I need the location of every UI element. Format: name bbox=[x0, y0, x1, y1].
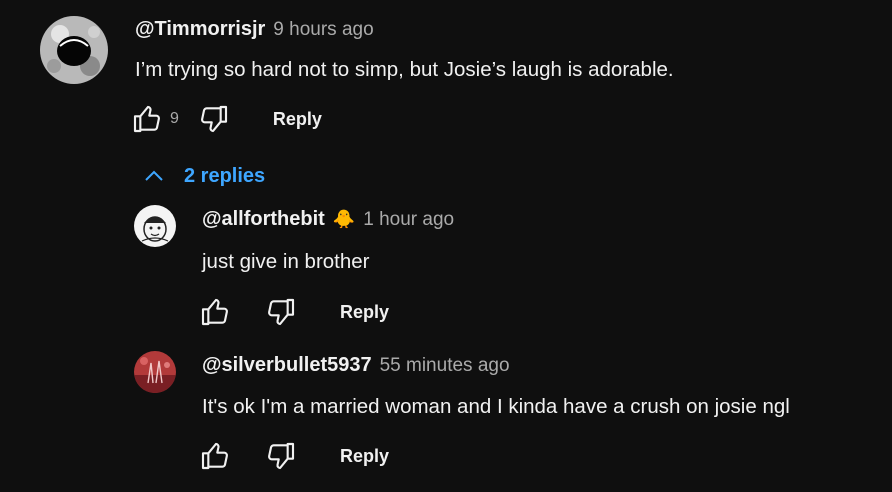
comment-text: I’m trying so hard not to simp, but Josi… bbox=[135, 58, 674, 81]
avatar-image bbox=[134, 205, 176, 247]
reply-text: just give in brother bbox=[202, 250, 370, 273]
reply-author[interactable]: @allforthebit bbox=[202, 208, 325, 231]
thumbs-down-icon bbox=[268, 298, 295, 326]
avatar[interactable] bbox=[134, 351, 176, 393]
dislike-button[interactable] bbox=[264, 439, 298, 473]
reply-time[interactable]: 55 minutes ago bbox=[380, 355, 510, 377]
chevron-up-icon bbox=[142, 164, 166, 188]
reply-time[interactable]: 1 hour ago bbox=[363, 209, 454, 231]
thumbs-up-icon bbox=[133, 105, 160, 133]
reply-header: @silverbullet5937 55 minutes ago bbox=[202, 354, 510, 377]
avatar-image bbox=[134, 351, 176, 393]
thumbs-down-icon bbox=[200, 105, 227, 133]
thumbs-up-icon bbox=[201, 442, 228, 470]
member-badge-icon: 🐥 bbox=[332, 209, 356, 229]
reply-button[interactable]: Reply bbox=[340, 302, 389, 323]
replies-toggle-label: 2 replies bbox=[184, 164, 266, 187]
avatar[interactable] bbox=[40, 16, 108, 84]
reply-header: @allforthebit 🐥 1 hour ago bbox=[202, 208, 454, 231]
avatar[interactable] bbox=[134, 205, 176, 247]
comment-actions: 9 Reply bbox=[130, 102, 322, 136]
comments-section: @Timmorrisjr 9 hours ago I’m trying so h… bbox=[0, 0, 892, 492]
reply-actions: Reply bbox=[198, 439, 389, 473]
like-count: 9 bbox=[170, 110, 179, 127]
like-button[interactable] bbox=[198, 295, 232, 329]
replies-toggle-button[interactable]: 2 replies bbox=[142, 164, 265, 188]
like-button[interactable] bbox=[198, 439, 232, 473]
comment-author[interactable]: @Timmorrisjr bbox=[135, 18, 265, 41]
reply-actions: Reply bbox=[198, 295, 389, 329]
avatar-image bbox=[40, 16, 108, 84]
dislike-button[interactable] bbox=[197, 102, 231, 136]
thumbs-up-icon bbox=[201, 298, 228, 326]
reply-author[interactable]: @silverbullet5937 bbox=[202, 354, 372, 377]
thumbs-down-icon bbox=[268, 442, 295, 470]
comment-time[interactable]: 9 hours ago bbox=[273, 19, 373, 41]
dislike-button[interactable] bbox=[264, 295, 298, 329]
reply-text: It's ok I'm a married woman and I kinda … bbox=[202, 395, 790, 418]
comment-header: @Timmorrisjr 9 hours ago bbox=[135, 18, 374, 41]
reply-button[interactable]: Reply bbox=[273, 109, 322, 130]
reply-button[interactable]: Reply bbox=[340, 446, 389, 467]
like-button[interactable] bbox=[130, 102, 164, 136]
